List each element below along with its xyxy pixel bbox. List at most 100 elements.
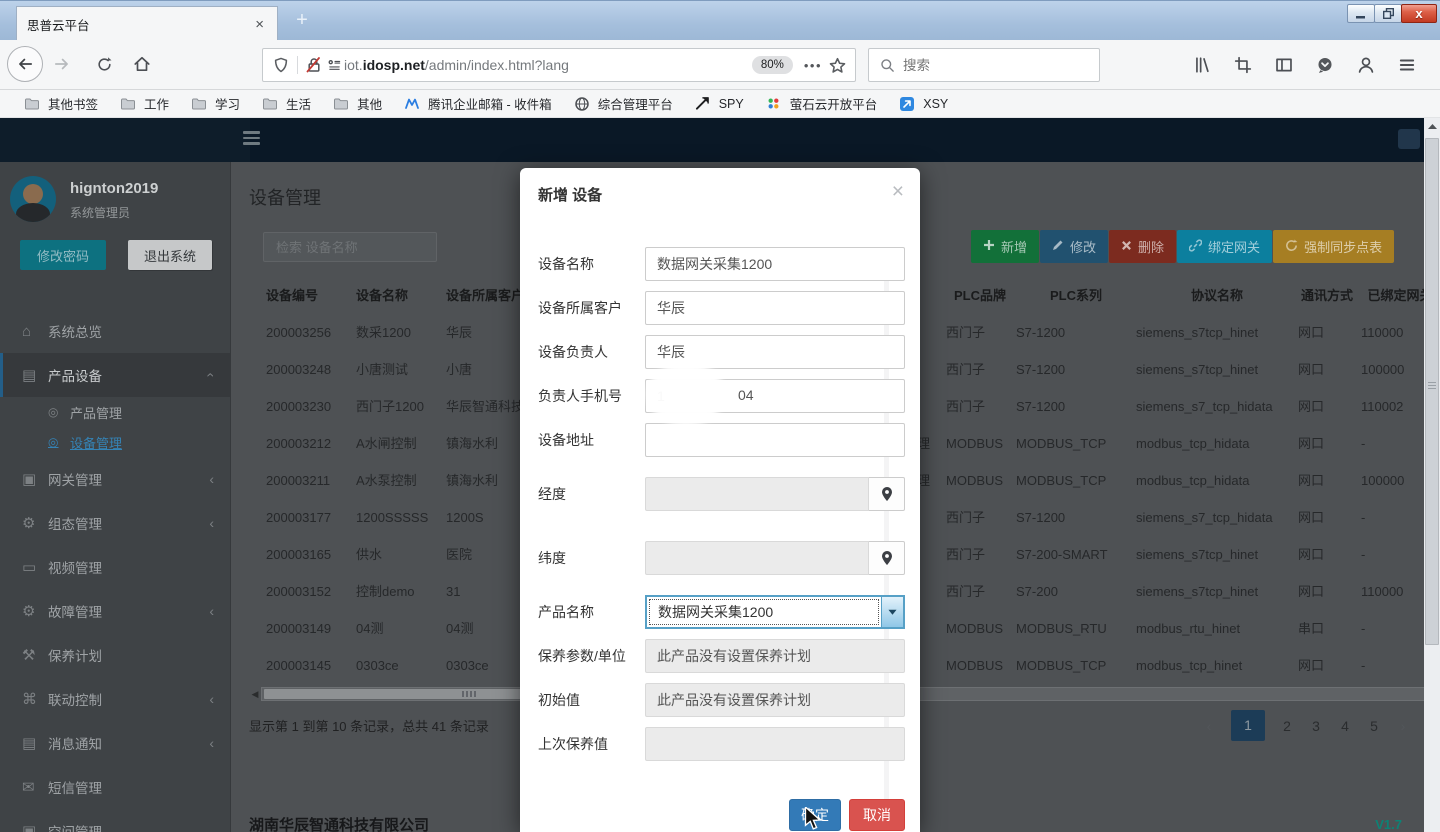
- bookmark-item[interactable]: 生活: [252, 92, 319, 116]
- table-cell[interactable]: S7-1200: [1016, 351, 1136, 388]
- table-cell[interactable]: MODBUS: [944, 425, 1016, 462]
- page-3[interactable]: 3: [1309, 718, 1323, 734]
- field-input[interactable]: [645, 247, 905, 281]
- browser-search-input[interactable]: [903, 58, 1091, 73]
- table-cell[interactable]: modbus_tcp_hidata: [1136, 462, 1298, 499]
- table-cell[interactable]: 04测: [339, 610, 429, 647]
- table-cell[interactable]: 200003256: [249, 314, 339, 351]
- table-cell[interactable]: A水泵控制: [339, 462, 429, 499]
- sidebar-item-消息通知[interactable]: ▤消息通知‹: [0, 721, 230, 765]
- table-cell[interactable]: 网口: [1298, 462, 1356, 499]
- bookmark-item[interactable]: 学习: [181, 92, 248, 116]
- page-prev[interactable]: ‹: [1202, 718, 1216, 734]
- table-cell[interactable]: 1200SSSSSS: [339, 499, 429, 536]
- table-cell[interactable]: 200003177: [249, 499, 339, 536]
- window-minimize-button[interactable]: [1347, 4, 1375, 23]
- table-cell[interactable]: 网口: [1298, 425, 1356, 462]
- table-cell[interactable]: siemens_s7tcp_hinet: [1136, 314, 1298, 351]
- table-cell[interactable]: 小唐测试: [339, 351, 429, 388]
- library-icon[interactable]: [1192, 55, 1212, 75]
- table-cell[interactable]: S7-1200: [1016, 499, 1136, 536]
- sidebar-icon[interactable]: [1274, 55, 1294, 75]
- table-cell[interactable]: MODBUS_TCP: [1016, 425, 1136, 462]
- sidebar-subitem-产品管理[interactable]: ◎产品管理: [0, 397, 230, 427]
- table-cell[interactable]: modbus_tcp_hidata: [1136, 425, 1298, 462]
- table-cell[interactable]: S7-1200: [1016, 388, 1136, 425]
- table-cell[interactable]: -: [1356, 536, 1424, 573]
- bookmark-item[interactable]: 综合管理平台: [564, 92, 681, 116]
- table-cell[interactable]: siemens_s7tcp_hinet: [1136, 536, 1298, 573]
- sidebar-item-联动控制[interactable]: ⌘联动控制‹: [0, 677, 230, 721]
- table-cell[interactable]: 200003149: [249, 610, 339, 647]
- page-1[interactable]: 1: [1231, 710, 1265, 741]
- tab-close-icon[interactable]: ×: [252, 16, 267, 33]
- sidebar-item-故障管理[interactable]: ⚙故障管理‹: [0, 589, 230, 633]
- insecure-lock-icon[interactable]: [304, 55, 324, 75]
- device-search-input[interactable]: [263, 232, 437, 262]
- table-cell[interactable]: 西门子: [944, 314, 1016, 351]
- sidebar-item-短信管理[interactable]: ✉短信管理: [0, 765, 230, 809]
- bookmark-item[interactable]: XSY: [889, 92, 956, 116]
- table-cell[interactable]: 西门子1200: [339, 388, 429, 425]
- map-pin-button[interactable]: [869, 477, 905, 511]
- new-tab-button[interactable]: +: [288, 9, 316, 32]
- dropdown-button[interactable]: [881, 597, 903, 627]
- navbar-right-icon[interactable]: [1398, 129, 1420, 149]
- field-input[interactable]: [645, 423, 905, 457]
- table-cell[interactable]: modbus_rtu_hinet: [1136, 610, 1298, 647]
- scroll-left-icon[interactable]: ◀: [249, 689, 261, 700]
- table-cell[interactable]: 西门子: [944, 499, 1016, 536]
- table-cell[interactable]: siemens_s7_tcp_hidata: [1136, 388, 1298, 425]
- table-cell[interactable]: siemens_s7tcp_hinet: [1136, 573, 1298, 610]
- page-actions-icon[interactable]: •••: [804, 58, 822, 73]
- account-icon[interactable]: [1356, 55, 1376, 75]
- table-cell[interactable]: 100000: [1356, 462, 1424, 499]
- modal-close-icon[interactable]: ×: [892, 180, 904, 204]
- bookmark-item[interactable]: 其他书签: [14, 92, 106, 116]
- bookmark-item[interactable]: 萤石云开放平台: [756, 92, 886, 116]
- window-close-button[interactable]: x: [1401, 4, 1437, 23]
- sidebar-item-系统总览[interactable]: ⌂系统总览: [0, 309, 230, 353]
- table-cell[interactable]: -: [1356, 610, 1424, 647]
- table-cell[interactable]: 200003145: [249, 647, 339, 684]
- sidebar-item-空间管理[interactable]: ▣空间管理: [0, 809, 230, 832]
- back-button[interactable]: [7, 46, 43, 82]
- table-cell[interactable]: 网口: [1298, 351, 1356, 388]
- table-cell[interactable]: 西门子: [944, 573, 1016, 610]
- table-cell[interactable]: 网口: [1298, 536, 1356, 573]
- table-cell[interactable]: A水闸控制: [339, 425, 429, 462]
- table-cell[interactable]: 供水: [339, 536, 429, 573]
- table-cell[interactable]: 200003211: [249, 462, 339, 499]
- table-cell[interactable]: S7-200-SMART: [1016, 536, 1136, 573]
- table-cell[interactable]: 数采1200: [339, 314, 429, 351]
- sidebar-item-组态管理[interactable]: ⚙组态管理‹: [0, 501, 230, 545]
- table-cell[interactable]: 110000: [1356, 573, 1424, 610]
- pocket-icon[interactable]: [1315, 55, 1335, 75]
- table-cell[interactable]: 200003212: [249, 425, 339, 462]
- url-text[interactable]: iot.idosp.net/admin/index.html?lang: [344, 57, 746, 73]
- sidebar-toggle-icon[interactable]: [243, 131, 260, 148]
- table-cell[interactable]: 200003165: [249, 536, 339, 573]
- menu-icon[interactable]: [1397, 55, 1417, 75]
- zoom-level-badge[interactable]: 80%: [752, 56, 793, 74]
- table-cell[interactable]: S7-200: [1016, 573, 1136, 610]
- table-cell[interactable]: modbus_tcp_hinet: [1136, 647, 1298, 684]
- table-cell[interactable]: 200003248: [249, 351, 339, 388]
- forward-button[interactable]: [52, 54, 72, 74]
- map-pin-button[interactable]: [869, 541, 905, 575]
- url-bar[interactable]: iot.idosp.net/admin/index.html?lang 80% …: [262, 48, 856, 82]
- table-cell[interactable]: -: [1356, 499, 1424, 536]
- table-cell[interactable]: MODBUS_RTU: [1016, 610, 1136, 647]
- table-cell[interactable]: 网口: [1298, 647, 1356, 684]
- table-cell[interactable]: 网口: [1298, 499, 1356, 536]
- table-cell[interactable]: 西门子: [944, 351, 1016, 388]
- table-cell[interactable]: 110002: [1356, 388, 1424, 425]
- table-cell[interactable]: 200003152: [249, 573, 339, 610]
- sidebar-item-产品设备[interactable]: ▤产品设备‹: [0, 353, 230, 397]
- bookmark-item[interactable]: 腾讯企业邮箱 - 收件箱: [394, 92, 560, 116]
- page-next[interactable]: ›: [1396, 718, 1410, 734]
- table-cell[interactable]: 网口: [1298, 573, 1356, 610]
- page-vertical-scrollbar[interactable]: [1424, 118, 1440, 832]
- table-cell[interactable]: 200003230: [249, 388, 339, 425]
- shield-icon[interactable]: [271, 55, 291, 75]
